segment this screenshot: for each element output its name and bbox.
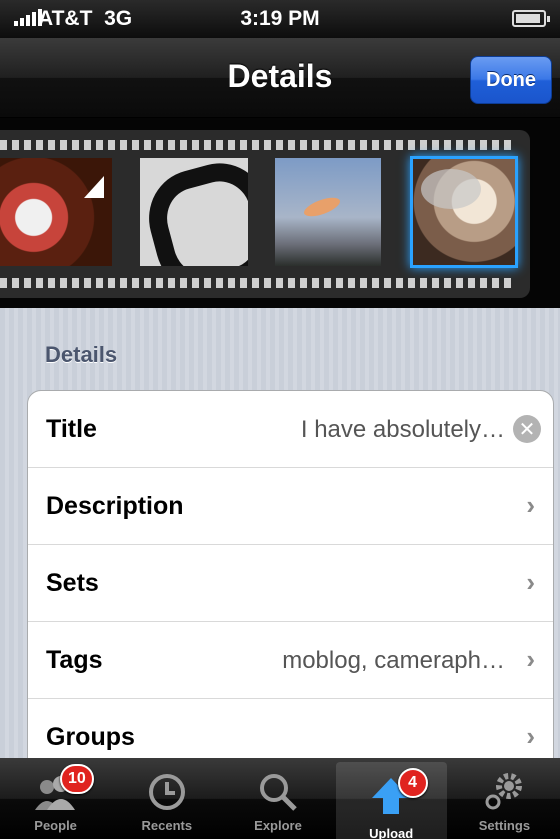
- gear-icon: [485, 773, 523, 810]
- section-header: Details: [45, 342, 118, 367]
- photo-filmstrip[interactable]: [0, 130, 530, 298]
- title-field-row[interactable]: Title I have absolutely… ✕: [28, 391, 553, 468]
- description-label: Description: [46, 492, 184, 520]
- groups-label: Groups: [46, 723, 135, 751]
- clock-icon: [148, 774, 185, 810]
- tab-upload-label: Upload: [369, 826, 414, 839]
- tab-explore[interactable]: Explore: [222, 758, 333, 839]
- tab-bar: 10 People Recents Explore 4 Upload Setti…: [0, 758, 560, 839]
- sets-label: Sets: [46, 569, 99, 597]
- title-label: Title: [46, 415, 97, 443]
- tab-explore-label: Explore: [254, 818, 302, 833]
- tab-people[interactable]: 10 People: [0, 758, 111, 839]
- done-button[interactable]: Done: [470, 56, 552, 104]
- status-bar: AT&T 3G 3:19 PM: [0, 0, 560, 38]
- people-badge: 10: [60, 764, 94, 794]
- details-table: Title I have absolutely… ✕ Description ›…: [27, 390, 554, 790]
- photo-thumbnail-1[interactable]: [0, 158, 112, 266]
- battery-icon: [512, 10, 550, 27]
- chevron-right-icon: ›: [526, 490, 535, 520]
- magnifier-icon: [260, 774, 297, 811]
- clear-icon[interactable]: ✕: [513, 415, 541, 443]
- photo-filmstrip-area: [0, 118, 560, 308]
- tags-value: moblog, cameraph…: [282, 647, 505, 674]
- upload-badge: 4: [397, 768, 428, 798]
- photo-thumbnail-2[interactable]: [140, 158, 248, 266]
- tab-upload[interactable]: 4 Upload: [335, 762, 447, 839]
- navigation-bar: Details Done: [0, 38, 560, 118]
- photo-thumbnail-3[interactable]: [275, 158, 381, 266]
- film-perforations-bottom: [0, 278, 512, 288]
- tab-settings[interactable]: Settings: [449, 758, 560, 839]
- photo-thumbnail-4-selected[interactable]: [410, 156, 518, 268]
- tab-recents-label: Recents: [141, 818, 193, 833]
- title-input[interactable]: I have absolutely…: [301, 416, 505, 444]
- tab-people-label: People: [34, 818, 77, 833]
- chevron-right-icon: ›: [526, 644, 535, 674]
- details-content: Details Title I have absolutely… ✕ Descr…: [0, 308, 560, 790]
- chevron-right-icon: ›: [526, 567, 535, 597]
- tags-row[interactable]: Tags moblog, cameraph… ›: [28, 622, 553, 699]
- film-perforations-top: [0, 140, 512, 150]
- tab-recents[interactable]: Recents: [111, 758, 222, 839]
- tags-label: Tags: [46, 646, 103, 674]
- description-row[interactable]: Description ›: [28, 468, 553, 545]
- status-time: 3:19 PM: [240, 7, 320, 30]
- chevron-right-icon: ›: [526, 721, 535, 751]
- sets-row[interactable]: Sets ›: [28, 545, 553, 622]
- tab-settings-label: Settings: [478, 818, 531, 833]
